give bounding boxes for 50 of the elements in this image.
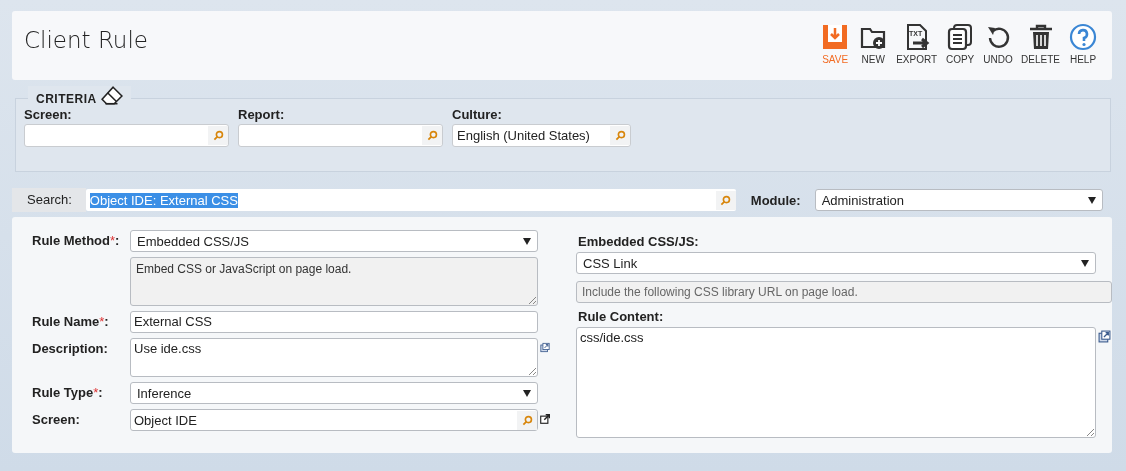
caret-icon <box>1081 259 1089 267</box>
field-label: Rule Name*: <box>32 313 110 331</box>
eraser-icon[interactable] <box>100 86 123 106</box>
resize-grip-icon[interactable] <box>1087 429 1094 436</box>
module-label: Module: <box>750 192 801 208</box>
copy-icon <box>946 23 975 51</box>
search-label: Search: <box>12 188 86 212</box>
help-icon <box>1069 23 1097 51</box>
delete-button[interactable]: DELETE <box>1019 23 1062 65</box>
caret-icon <box>523 389 531 397</box>
popout-icon[interactable] <box>540 341 550 354</box>
copy-button[interactable]: COPY <box>943 23 978 65</box>
criteria-title: CRITERIA <box>36 92 97 106</box>
module-select[interactable]: Administration <box>814 189 1103 211</box>
caret-icon <box>523 237 531 245</box>
description-box: Include the following CSS library URL on page load. <box>576 281 1112 303</box>
search-icon[interactable] <box>610 126 630 145</box>
search-icon[interactable] <box>715 190 736 210</box>
dropdown-select[interactable]: Embedded CSS/JS <box>130 230 538 252</box>
lookup-field[interactable] <box>238 124 443 147</box>
text-area[interactable]: Use ide.css <box>130 338 538 377</box>
resize-grip-icon[interactable] <box>529 297 536 304</box>
help-button[interactable]: HELP <box>1066 23 1100 65</box>
field-label: Report: <box>238 107 286 122</box>
undo-button[interactable]: UNDO <box>981 23 1016 65</box>
text-area[interactable]: css/ide.css <box>576 327 1096 438</box>
dropdown-select[interactable]: Inference <box>130 382 538 404</box>
caret-icon <box>1087 196 1096 204</box>
save-icon <box>821 23 850 51</box>
lookup-field[interactable]: English (United States) <box>452 124 631 147</box>
field-label: Embedded CSS/JS: <box>578 234 700 249</box>
popout-icon[interactable] <box>1098 330 1111 343</box>
lookup-field[interactable]: Object IDE <box>130 409 538 431</box>
search-icon[interactable] <box>422 126 442 145</box>
new-button[interactable]: NEW <box>856 23 891 65</box>
field-label: Rule Method*: <box>32 232 121 250</box>
lookup-field[interactable] <box>24 124 229 147</box>
open-link-icon[interactable] <box>540 412 550 426</box>
field-label: Rule Content: <box>578 309 665 324</box>
field-label: Screen: <box>24 107 73 122</box>
field-label: Culture: <box>452 107 503 122</box>
search-icon[interactable] <box>208 126 228 145</box>
description-box: Embed CSS or JavaScript on page load. <box>130 257 538 306</box>
text-field[interactable]: External CSS <box>130 311 538 333</box>
dropdown-select[interactable]: CSS Link <box>576 252 1096 274</box>
field-label: Description: <box>32 340 109 358</box>
resize-grip-icon[interactable] <box>529 368 536 375</box>
field-label: Rule Type*: <box>32 384 104 402</box>
field-label: Screen: <box>32 411 81 429</box>
page-title: Client Rule <box>24 27 148 53</box>
